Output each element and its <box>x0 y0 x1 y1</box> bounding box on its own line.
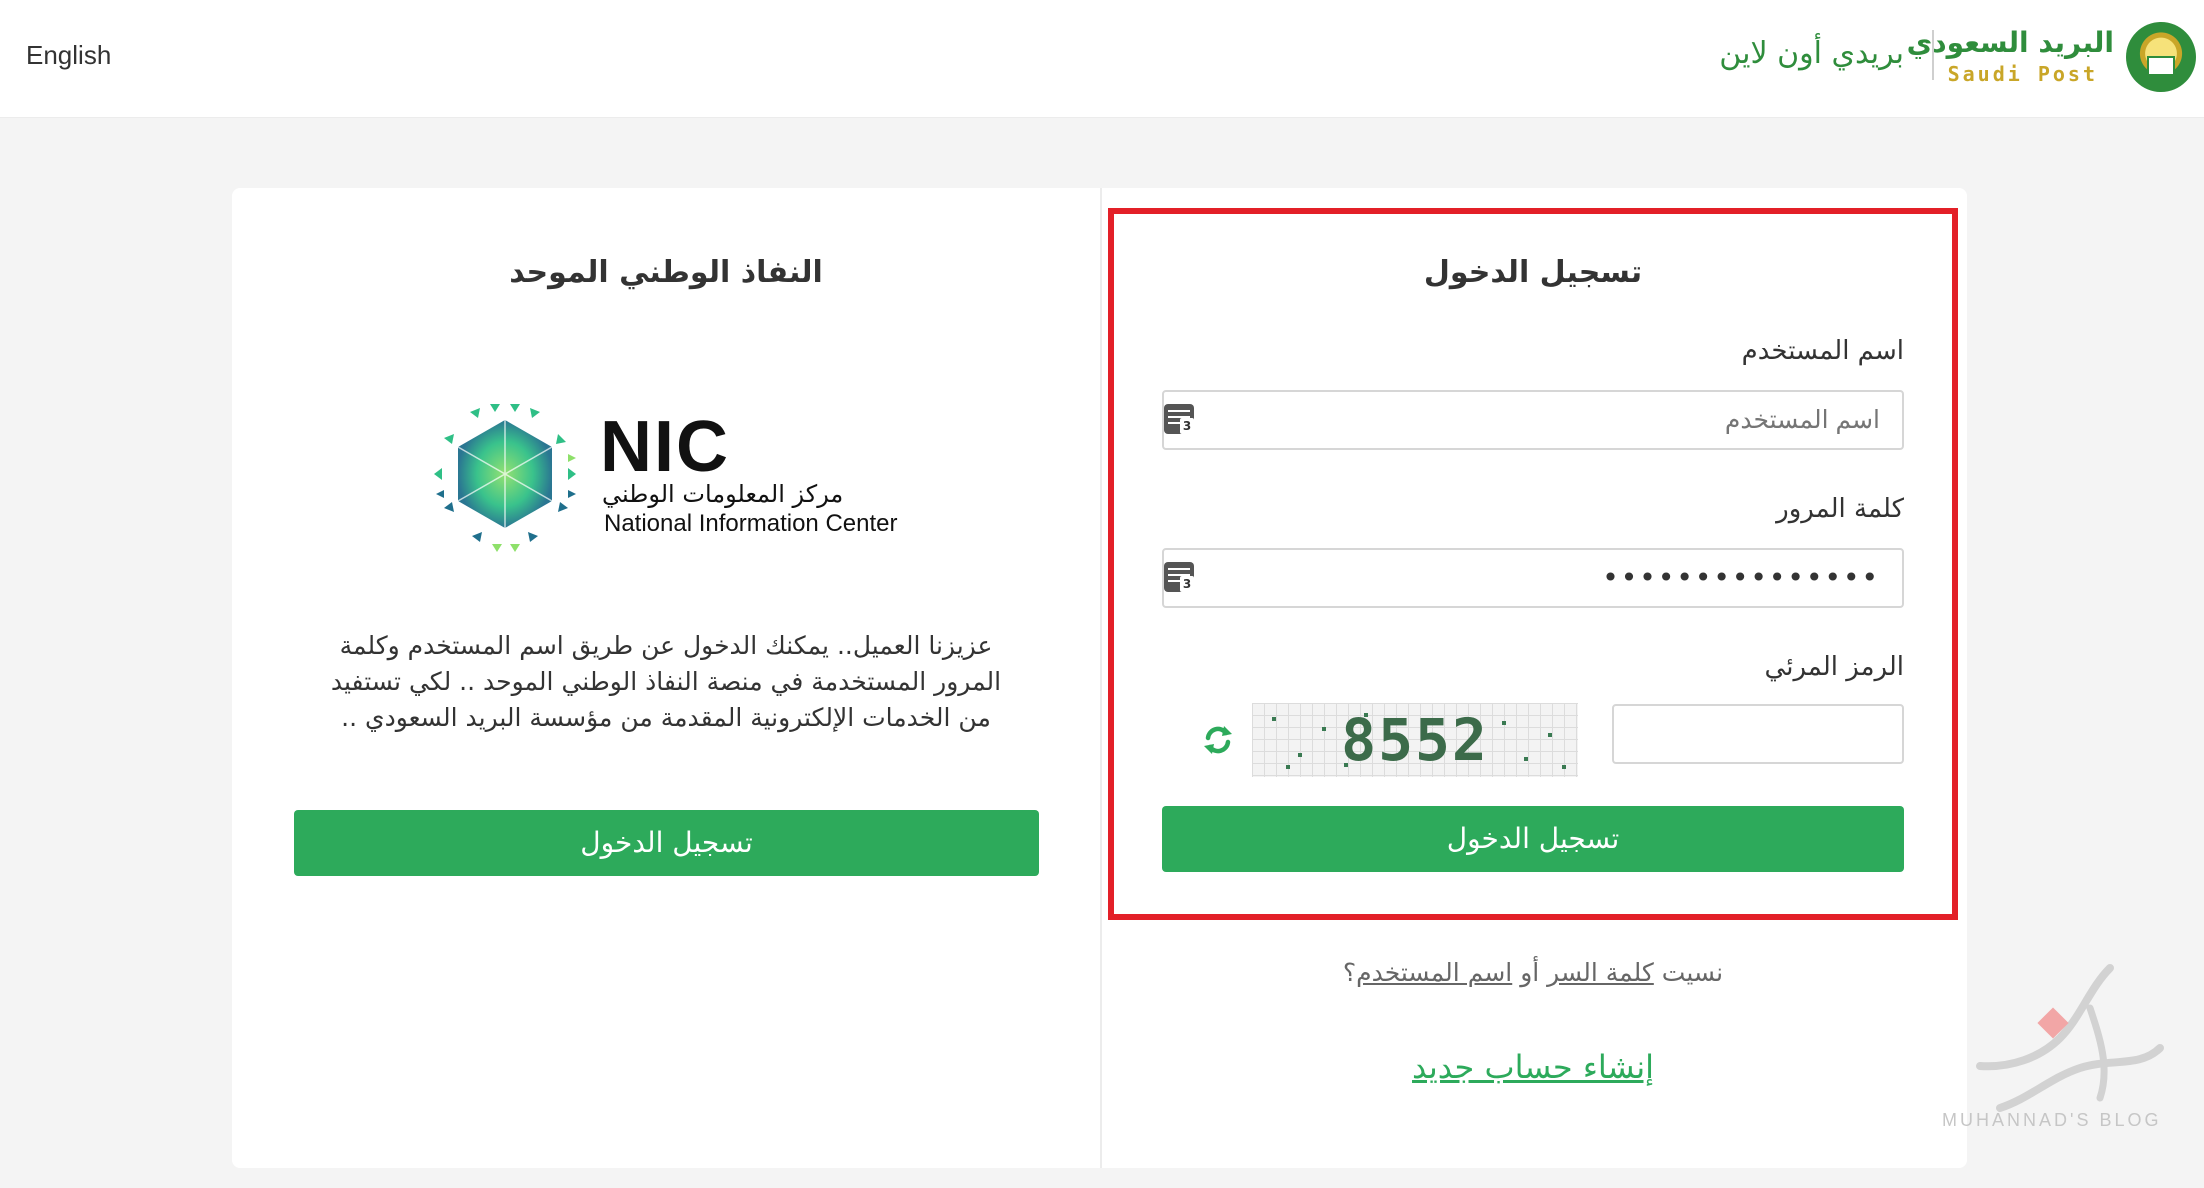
nic-subtitle-arabic: مركز المعلومات الوطني <box>602 480 844 508</box>
language-switch-link[interactable]: English <box>26 40 111 71</box>
saudi-post-emblem-icon <box>2126 22 2196 92</box>
brand-name-arabic: البريد السعودي <box>1906 26 2114 59</box>
password-label: كلمة المرور <box>1776 494 1904 524</box>
panel-divider <box>1100 188 1102 1168</box>
login-submit-button[interactable]: تسجيل الدخول <box>1162 806 1904 872</box>
forgot-prefix: نسيت <box>1661 958 1724 987</box>
envelope-icon <box>2147 56 2175 76</box>
blog-watermark-text: MUHANNAD'S BLOG <box>1942 1110 2162 1130</box>
captcha-image: 8552 <box>1252 703 1578 777</box>
forgot-username-link[interactable]: اسم المستخدم <box>1356 958 1512 987</box>
virtual-keyboard-icon[interactable] <box>1164 562 1194 592</box>
brand-tagline: بريدي أون لاين <box>1719 36 1904 71</box>
register-link[interactable]: إنشاء حساب جديد <box>1108 1048 1958 1086</box>
password-input[interactable]: ••••••••••••••• <box>1162 548 1904 608</box>
nic-mark-icon <box>434 404 576 552</box>
username-label: اسم المستخدم <box>1741 336 1904 366</box>
nic-wordmark: NIC <box>600 407 730 487</box>
login-title: تسجيل الدخول <box>1423 255 1643 290</box>
brand-logo[interactable]: البريد السعودي Saudi Post بريدي أون لاين <box>1719 18 2204 98</box>
nic-panel-title: النفاذ الوطني الموحد <box>509 255 823 290</box>
captcha-label: الرمز المرئي <box>1764 652 1904 682</box>
username-input[interactable] <box>1162 390 1904 450</box>
brand-divider <box>1932 30 1934 80</box>
forgot-or: أو <box>1520 958 1540 987</box>
captcha-input[interactable] <box>1612 704 1904 764</box>
forgot-password-link[interactable]: كلمة السر <box>1547 958 1654 987</box>
refresh-icon[interactable] <box>1200 722 1236 758</box>
nic-description: عزيزنا العميل.. يمكنك الدخول عن طريق اسم… <box>330 631 1002 732</box>
nic-logo: NIC مركز المعلومات الوطني National Infor… <box>430 398 910 568</box>
brand-name-english: Saudi Post <box>1947 62 2098 86</box>
forgot-credentials: نسيت كلمة السر أو اسم المستخدم؟ <box>1108 958 1958 987</box>
top-header: English البريد السعودي Saudi Post بريدي … <box>0 0 2204 118</box>
nic-login-button[interactable]: تسجيل الدخول <box>294 810 1039 876</box>
forgot-suffix: ؟ <box>1342 958 1357 987</box>
virtual-keyboard-icon[interactable] <box>1164 404 1194 434</box>
captcha-text: 8552 <box>1341 706 1489 774</box>
nic-subtitle-english: National Information Center <box>604 510 898 537</box>
